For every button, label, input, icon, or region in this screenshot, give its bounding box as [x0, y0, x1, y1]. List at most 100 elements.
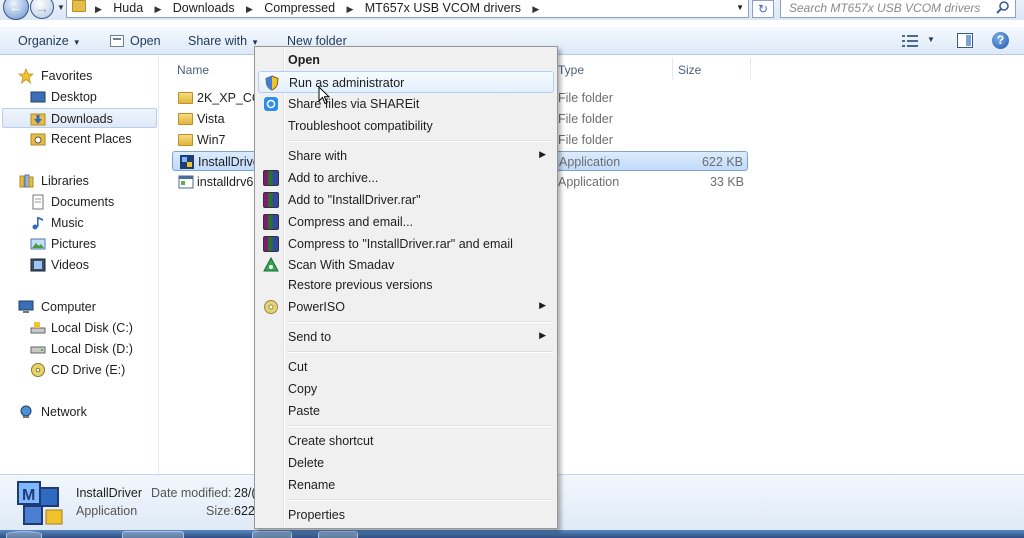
breadcrumb-item[interactable]: Huda — [113, 1, 143, 15]
network-icon — [20, 405, 32, 418]
folder-icon — [178, 134, 193, 146]
menu-item-open[interactable]: Open — [258, 49, 554, 71]
taskbar-button[interactable] — [252, 531, 292, 538]
chevron-right-icon[interactable]: ▶ — [532, 4, 539, 15]
application-icon — [178, 175, 194, 189]
poweriso-icon — [264, 300, 278, 314]
menu-item-scan-smadav[interactable]: Scan With Smadav — [258, 254, 554, 276]
sidebar-item-label: Recent Places — [51, 132, 132, 146]
menu-item-label: Add to "InstallDriver.rar" — [288, 193, 421, 207]
menu-item-add-to-rar[interactable]: Add to "InstallDriver.rar" — [258, 189, 554, 211]
forward-button[interactable]: → — [30, 0, 54, 19]
navigation-pane: Favorites Desktop Downloads Recent Place… — [0, 56, 159, 474]
winrar-icon — [263, 170, 279, 186]
address-dropdown-icon[interactable]: ▼ — [736, 3, 744, 12]
menu-item-run-as-administrator[interactable]: Run as administrator — [258, 71, 554, 93]
column-divider[interactable] — [672, 58, 673, 80]
pictures-icon — [30, 238, 46, 250]
chevron-right-icon[interactable]: ▶ — [155, 4, 162, 15]
column-header-size[interactable]: Size — [678, 63, 701, 77]
search-icon[interactable] — [995, 0, 1011, 16]
star-icon — [18, 68, 34, 84]
organize-button[interactable]: Organize ▼ — [18, 34, 81, 48]
share-with-button[interactable]: Share with ▼ — [188, 34, 259, 48]
taskbar — [0, 530, 1024, 538]
breadcrumb-item[interactable]: MT657x USB VCOM drivers — [365, 1, 521, 15]
menu-item-poweriso[interactable]: PowerISO ▶ — [258, 296, 554, 318]
desktop-icon — [30, 91, 46, 103]
open-icon — [110, 35, 124, 47]
column-header-type[interactable]: Type — [558, 63, 584, 77]
start-button[interactable] — [6, 531, 42, 538]
menu-item-share-shareit[interactable]: Share files via SHAREit — [258, 93, 554, 115]
preview-pane-icon[interactable] — [957, 33, 973, 48]
address-box[interactable]: ▶ Huda ▶ Downloads ▶ Compressed ▶ MT657x… — [66, 0, 749, 18]
menu-item-paste[interactable]: Paste — [258, 400, 554, 422]
menu-item-create-shortcut[interactable]: Create shortcut — [258, 430, 554, 452]
context-menu: Open Run as administrator Share files vi… — [254, 46, 558, 529]
menu-item-copy[interactable]: Copy — [258, 378, 554, 400]
documents-icon — [32, 194, 44, 210]
chevron-right-icon[interactable]: ▶ — [246, 4, 253, 15]
file-type: Application — [559, 155, 621, 169]
sidebar-item-label: Libraries — [41, 174, 89, 188]
details-size-value: 622 — [234, 504, 255, 518]
sidebar-item-label: Favorites — [41, 69, 93, 83]
menu-separator — [287, 351, 553, 353]
menu-item-label: Share with — [288, 149, 348, 163]
refresh-button[interactable]: ↻ — [752, 0, 774, 18]
menu-item-compress-email[interactable]: Compress and email... — [258, 211, 554, 233]
music-icon — [32, 217, 43, 230]
menu-item-cut[interactable]: Cut — [258, 356, 554, 378]
help-icon[interactable]: ? — [992, 32, 1009, 49]
menu-item-label: Troubleshoot compatibility — [288, 119, 433, 133]
menu-item-add-to-archive[interactable]: Add to archive... — [258, 167, 554, 189]
submenu-arrow-icon: ▶ — [539, 330, 546, 340]
menu-item-label: Rename — [288, 478, 336, 492]
menu-item-restore-previous-versions[interactable]: Restore previous versions — [258, 274, 554, 296]
menu-separator — [287, 499, 553, 501]
svg-text:M: M — [22, 487, 35, 504]
sidebar-item-label: Videos — [51, 258, 89, 272]
sidebar-item-downloads[interactable]: Downloads — [2, 108, 157, 128]
column-divider[interactable] — [750, 58, 751, 80]
menu-item-send-to[interactable]: Send to ▶ — [258, 326, 554, 348]
file-name: installdrv6 — [197, 175, 254, 189]
menu-item-compress-rar-email[interactable]: Compress to "InstallDriver.rar" and emai… — [258, 233, 554, 255]
file-name: 2K_XP_CO — [197, 91, 262, 105]
chevron-right-icon[interactable]: ▶ — [346, 4, 353, 15]
breadcrumb-item[interactable]: Compressed — [264, 1, 335, 15]
view-options-icon[interactable] — [902, 34, 918, 48]
sidebar-item-label: Music — [51, 216, 84, 230]
search-box — [780, 0, 1016, 18]
menu-item-properties[interactable]: Properties — [258, 504, 554, 526]
breadcrumb: ▶ Huda ▶ Downloads ▶ Compressed ▶ MT657x… — [95, 1, 547, 15]
recent-pages-arrow[interactable]: ▼ — [57, 3, 65, 12]
menu-item-delete[interactable]: Delete — [258, 452, 554, 474]
hard-drive-icon — [30, 346, 46, 354]
menu-item-share-with[interactable]: Share with ▶ — [258, 145, 554, 167]
sidebar-item-label: Downloads — [51, 112, 113, 126]
column-header-name[interactable]: Name — [177, 63, 209, 77]
chevron-right-icon[interactable]: ▶ — [95, 4, 102, 15]
open-button[interactable]: Open — [110, 34, 161, 48]
search-input[interactable] — [789, 0, 989, 16]
menu-item-label: Compress and email... — [288, 215, 414, 229]
details-date-modified-label: Date modified: — [151, 486, 232, 500]
breadcrumb-item[interactable]: Downloads — [173, 1, 235, 15]
sidebar-item-label: Local Disk (C:) — [51, 321, 133, 335]
folder-icon — [178, 92, 193, 104]
sidebar-item-label: Documents — [51, 195, 115, 209]
system-drive-icon — [30, 322, 46, 334]
sidebar-item-label: Pictures — [51, 237, 97, 251]
menu-item-label: Compress to "InstallDriver.rar" and emai… — [288, 237, 513, 251]
taskbar-button[interactable] — [318, 531, 358, 538]
menu-item-rename[interactable]: Rename — [258, 474, 554, 496]
mouse-cursor-icon — [318, 86, 330, 105]
menu-item-troubleshoot[interactable]: Troubleshoot compatibility — [258, 115, 554, 137]
back-button[interactable]: ← — [3, 0, 29, 20]
taskbar-button[interactable] — [122, 531, 184, 538]
downloads-folder-icon — [30, 113, 46, 126]
uac-shield-icon — [265, 75, 279, 91]
chevron-down-icon[interactable]: ▼ — [927, 35, 935, 44]
